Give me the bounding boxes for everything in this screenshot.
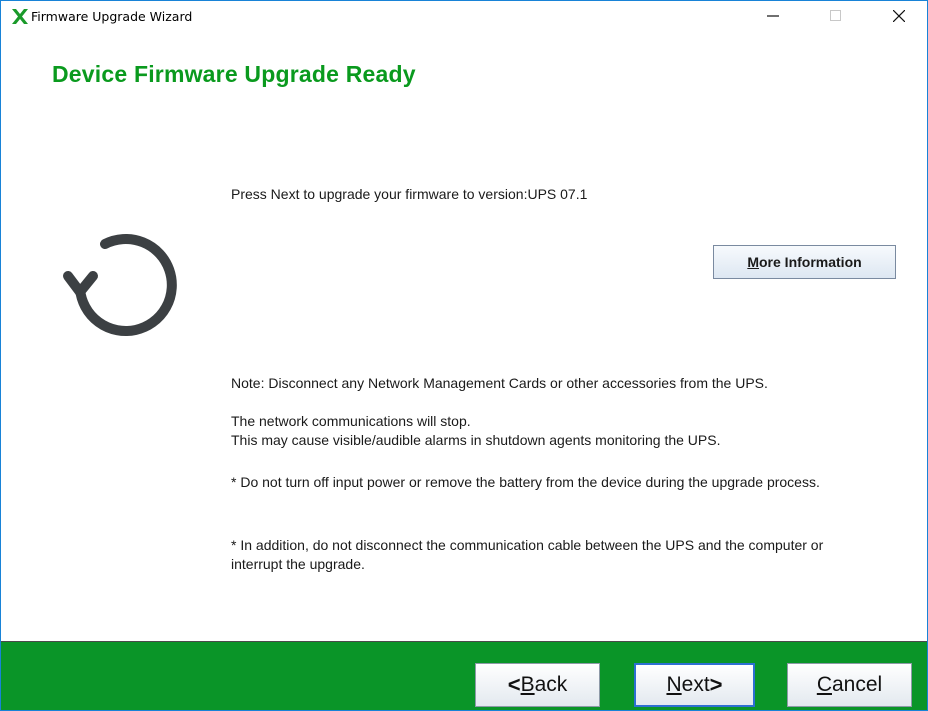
footer-bar: < Back Next > Cancel <box>1 641 927 710</box>
x-icon <box>11 8 29 25</box>
back-button[interactable]: < Back <box>475 663 600 707</box>
power-warning: * Do not turn off input power or remove … <box>231 474 820 490</box>
next-button[interactable]: Next > <box>634 663 755 707</box>
refresh-icon <box>57 219 185 352</box>
minimize-button[interactable] <box>750 1 796 31</box>
firmware-wizard-window: Firmware Upgrade Wizard Device Firmware … <box>0 0 928 711</box>
cancel-label-rest: ancel <box>831 673 883 696</box>
more-information-label-rest: ore Information <box>759 254 862 270</box>
maximize-icon <box>830 10 841 21</box>
chevron-right-icon: > <box>709 672 723 697</box>
note-text: Note: Disconnect any Network Management … <box>231 375 768 391</box>
cable-warning: * In addition, do not disconnect the com… <box>231 537 824 572</box>
network-warning-line-1: The network communications will stop. <box>231 413 471 429</box>
minimize-icon <box>767 15 779 17</box>
title-bar[interactable]: Firmware Upgrade Wizard <box>1 1 927 31</box>
next-mnemonic: N <box>666 673 682 696</box>
cancel-mnemonic: C <box>816 673 832 696</box>
network-warning: The network communications will stop. Th… <box>231 412 720 450</box>
page-title: Device Firmware Upgrade Ready <box>52 61 416 87</box>
network-warning-line-2: This may cause visible/audible alarms in… <box>231 432 721 448</box>
cancel-button[interactable]: Cancel <box>787 663 912 707</box>
close-button[interactable] <box>876 1 922 31</box>
upgrade-instruction: Press Next to upgrade your firmware to v… <box>231 186 588 202</box>
next-label-rest: ext <box>681 673 710 696</box>
close-icon <box>893 10 905 22</box>
maximize-button[interactable] <box>813 1 859 31</box>
more-information-mnemonic: M <box>747 254 759 270</box>
back-label-rest: ack <box>534 673 568 696</box>
back-mnemonic: B <box>520 673 535 696</box>
window-title: Firmware Upgrade Wizard <box>31 9 193 24</box>
more-information-button[interactable]: More Information <box>713 245 896 279</box>
chevron-left-icon: < <box>507 672 521 697</box>
